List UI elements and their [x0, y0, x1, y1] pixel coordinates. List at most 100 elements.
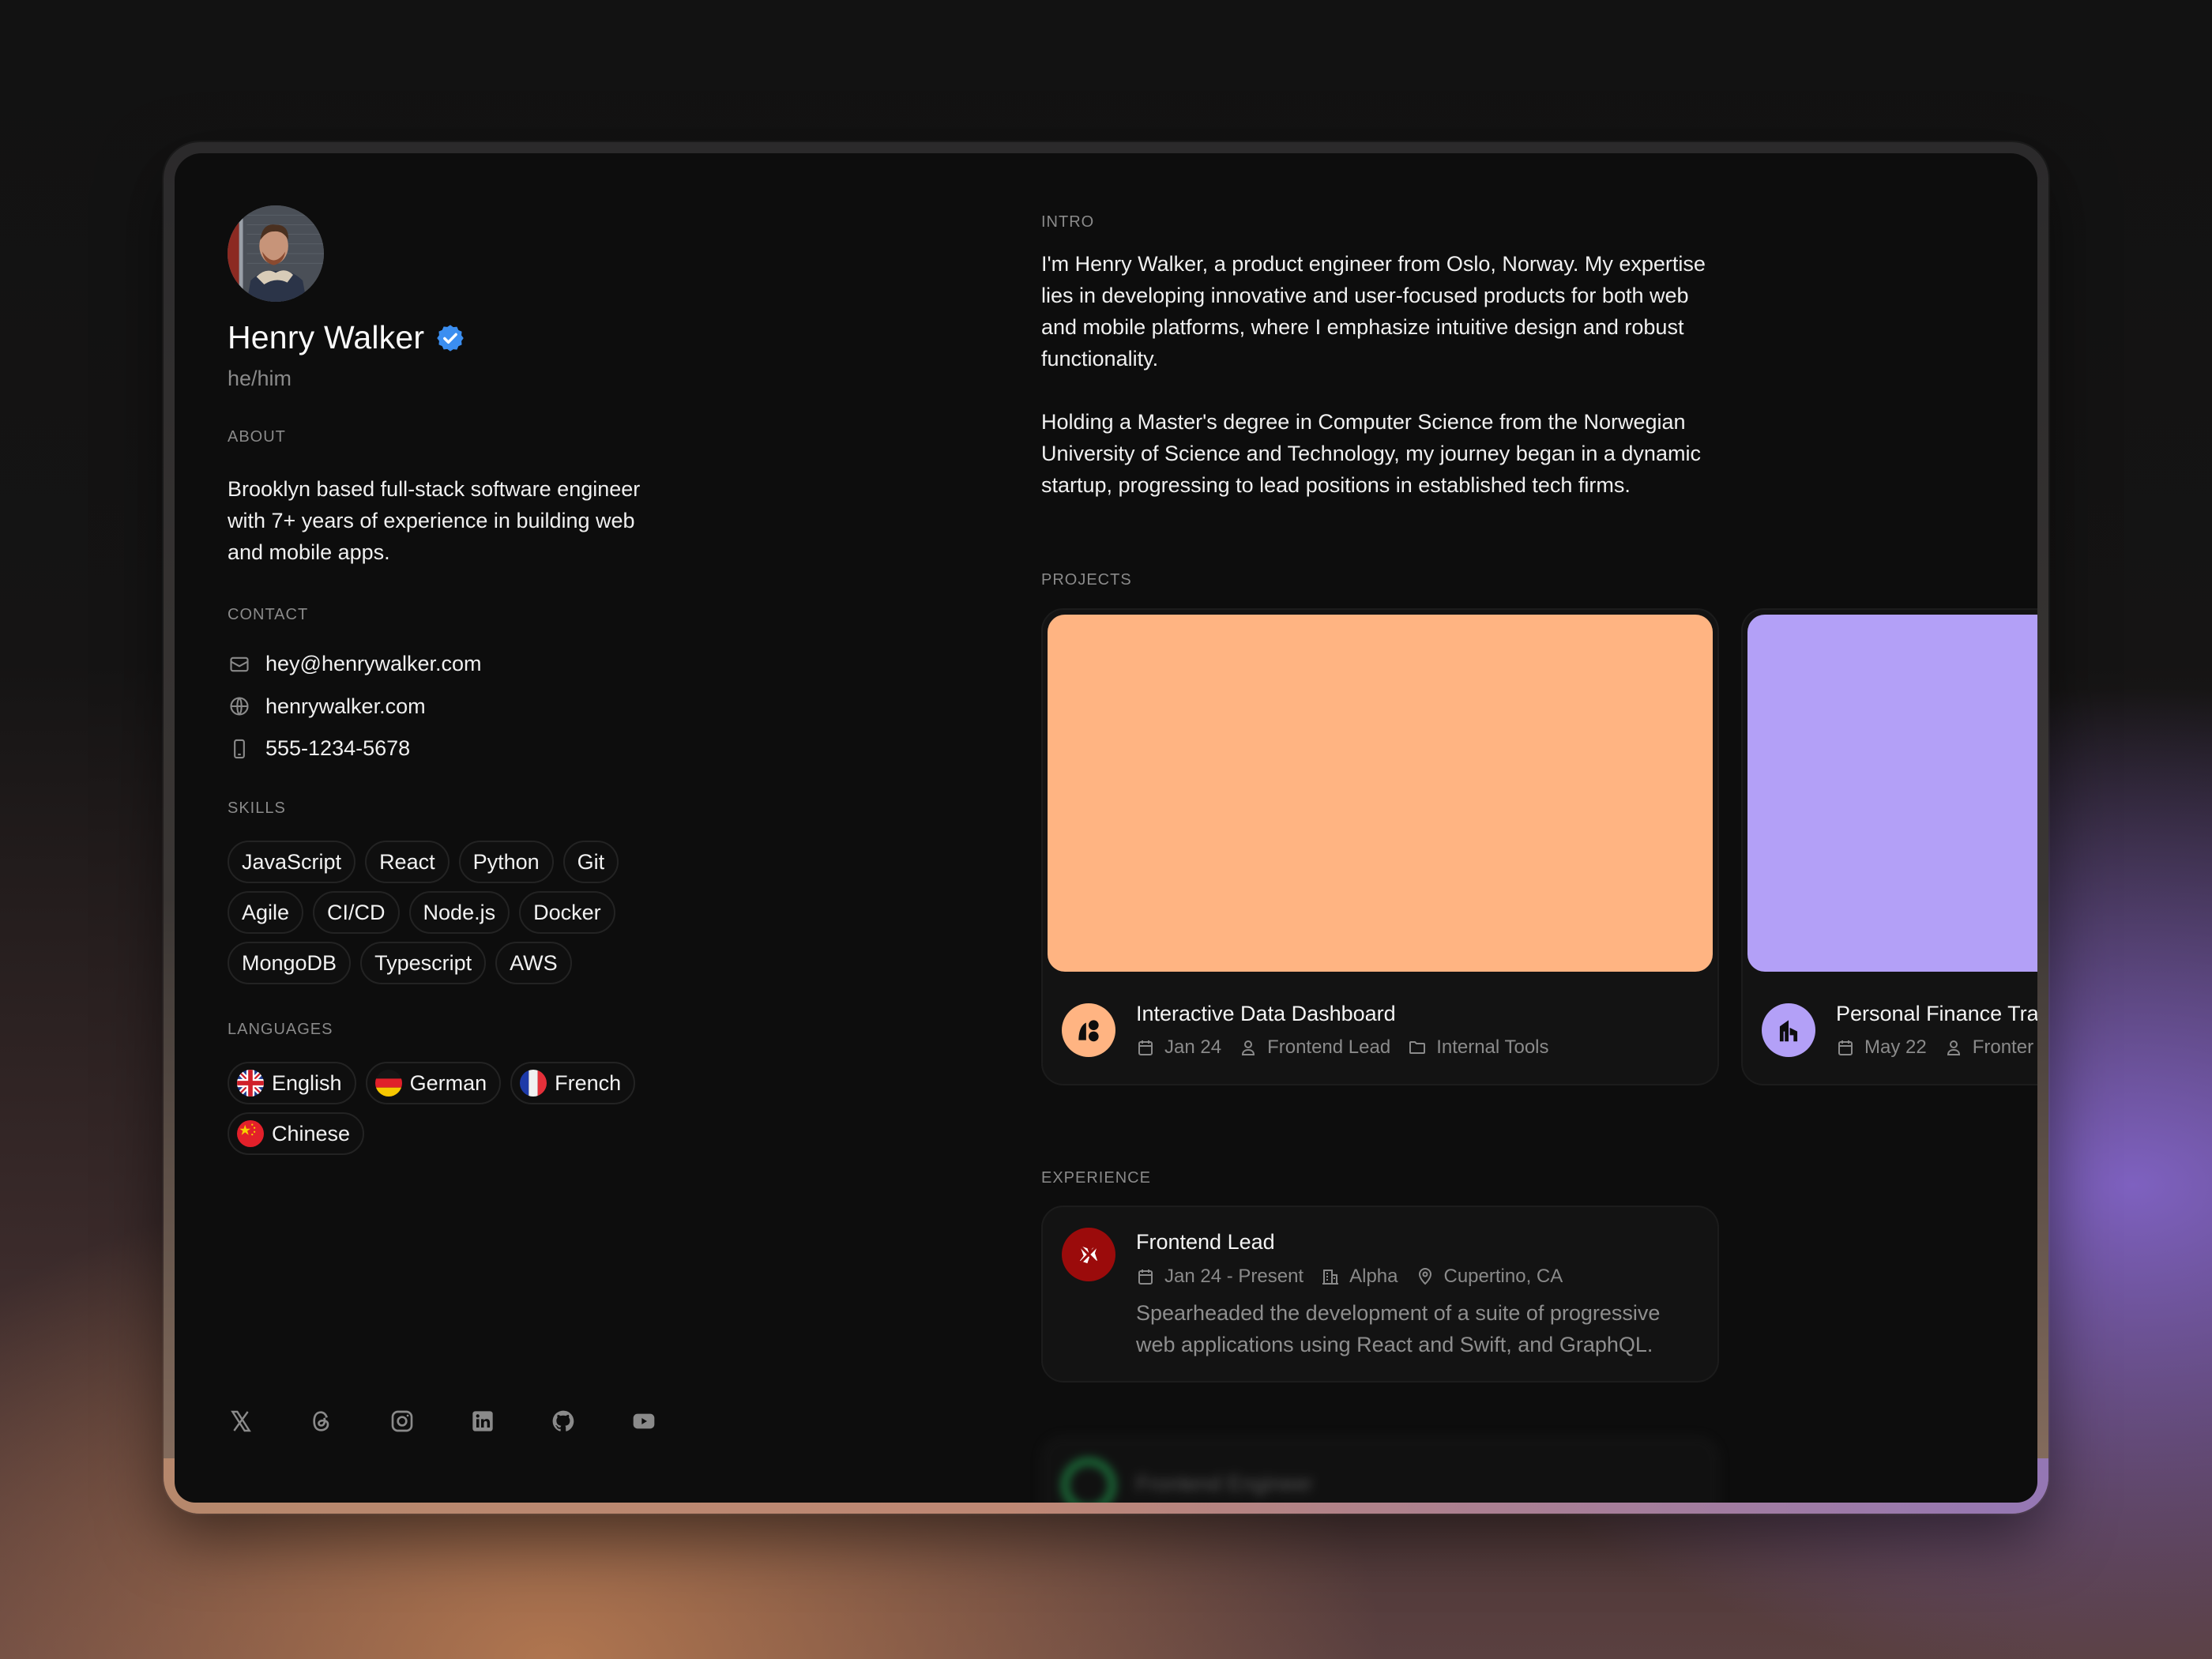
languages-label: LANGUAGES [228, 1021, 333, 1038]
mail-icon [228, 653, 251, 676]
linkedin-icon[interactable] [469, 1408, 496, 1435]
youtube-icon[interactable] [630, 1408, 657, 1435]
experience-title: Frontend Lead [1136, 1230, 1275, 1254]
building-icon [1322, 1270, 1339, 1285]
skill-chip: Git [562, 841, 619, 883]
skills-label: SKILLS [228, 799, 286, 817]
location-pin-icon [1418, 1268, 1431, 1285]
user-icon [1242, 1040, 1255, 1055]
projects-label: PROJECTS [1041, 571, 1132, 589]
project-info: Personal Finance Tra May 22 Fronter [1762, 1000, 2037, 1059]
avatar [228, 205, 324, 302]
skill-chip: Agile [228, 891, 304, 934]
instagram-icon[interactable] [389, 1408, 416, 1435]
project-title: Personal Finance Tra [1836, 1002, 2037, 1025]
language-chip: French [510, 1062, 636, 1104]
intro-paragraph: I'm Henry Walker, a product engineer fro… [1041, 252, 1706, 371]
name-row: Henry Walker [228, 319, 465, 356]
skill-chip: Docker [519, 891, 615, 934]
language-name: English [272, 1070, 342, 1095]
profile-sidebar: Henry Walker he/him ABOUT Brooklyn based… [228, 153, 670, 1503]
user-icon [1947, 1040, 1960, 1055]
project-role: Frontend Lead [1267, 1036, 1391, 1058]
project-date: Jan 24 [1164, 1036, 1222, 1058]
avatar-photo [228, 205, 324, 302]
language-chip: English [228, 1062, 356, 1104]
project-role: Fronter [1972, 1036, 2034, 1058]
experience-description: Spearheaded the development of a suite o… [1136, 1301, 1661, 1356]
france-flag-icon [520, 1070, 547, 1097]
skill-chip: React [365, 841, 450, 883]
project-info: Interactive Data Dashboard Jan 24 Fronte… [1062, 1000, 1567, 1059]
project-thumbnail [1747, 615, 2037, 972]
project-category: Internal Tools [1436, 1036, 1549, 1058]
profile-page: Henry Walker he/him ABOUT Brooklyn based… [175, 153, 2037, 1503]
language-chip: German [365, 1062, 502, 1104]
project-meta: Jan 24 Frontend Lead Internal Tools [1136, 1036, 1567, 1059]
language-name: German [409, 1070, 487, 1095]
project-card[interactable]: Personal Finance Tra May 22 Fronter [1741, 608, 2037, 1085]
pronouns: he/him [228, 367, 292, 390]
experience-card[interactable]: Frontend Engineer [1041, 1436, 1719, 1503]
social-links [228, 1408, 657, 1435]
experience-meta: Jan 24 - Present Alpha Cupertino, CA [1136, 1266, 1673, 1288]
skill-chip: Python [458, 841, 554, 883]
skill-chip: AWS [495, 942, 572, 984]
skill-chip: Typescript [360, 942, 487, 984]
email-value: hey@henrywalker.com [265, 652, 482, 676]
experience-location: Cupertino, CA [1443, 1266, 1563, 1287]
about-text: Brooklyn based full-stack software engin… [228, 477, 641, 564]
project-meta: May 22 Fronter [1836, 1036, 2037, 1059]
language-name: French [555, 1070, 622, 1095]
uk-flag-icon [237, 1070, 264, 1097]
skill-chip: JavaScript [228, 841, 356, 883]
skills-list: JavaScript React Python Git Agile CI/CD … [228, 841, 670, 984]
contact-email[interactable]: hey@henrywalker.com [228, 643, 482, 686]
profile-name: Henry Walker [228, 319, 425, 356]
verified-badge-icon [437, 324, 464, 352]
folder-icon [1409, 1041, 1426, 1054]
contact-website[interactable]: henrywalker.com [228, 686, 482, 728]
x-icon[interactable] [228, 1408, 254, 1435]
about-label: ABOUT [228, 428, 286, 446]
language-chip: Chinese [228, 1112, 365, 1155]
github-icon[interactable] [550, 1408, 577, 1435]
intro-paragraph: Holding a Master's degree in Computer Sc… [1041, 410, 1701, 497]
skill-chip: CI/CD [313, 891, 400, 934]
phone-icon [228, 737, 251, 761]
project-logo-icon [1762, 1003, 1815, 1057]
project-thumbnail [1048, 615, 1713, 972]
experience-period: Jan 24 - Present [1164, 1266, 1304, 1287]
contact-list: hey@henrywalker.com henrywalker.com 555-… [228, 643, 482, 770]
project-card[interactable]: Interactive Data Dashboard Jan 24 Fronte… [1041, 608, 1719, 1085]
website-value: henrywalker.com [265, 694, 426, 718]
project-title: Interactive Data Dashboard [1136, 1002, 1396, 1025]
project-date: May 22 [1864, 1036, 1927, 1058]
experience-label: EXPERIENCE [1041, 1169, 1151, 1187]
skill-chip: MongoDB [228, 942, 352, 984]
company-logo-icon [1062, 1228, 1115, 1281]
device-frame: Henry Walker he/him ABOUT Brooklyn based… [164, 142, 2048, 1514]
experience-company: Alpha [1349, 1266, 1398, 1287]
globe-icon [228, 694, 251, 718]
calendar-icon [1138, 1270, 1153, 1285]
company-logo-icon [1062, 1458, 1115, 1503]
threads-icon[interactable] [308, 1408, 335, 1435]
skill-chip: Node.js [408, 891, 510, 934]
main-content: INTRO I'm Henry Walker, a product engine… [1041, 153, 2037, 1503]
language-name: Chinese [272, 1121, 351, 1146]
intro-label: INTRO [1041, 213, 1095, 231]
projects-carousel: Interactive Data Dashboard Jan 24 Fronte… [1041, 608, 2037, 1085]
experience-card[interactable]: Frontend Lead Jan 24 - Present Alpha Cup… [1041, 1206, 1719, 1382]
phone-value: 555-1234-5678 [265, 736, 411, 761]
contact-label: CONTACT [228, 606, 309, 623]
project-logo-icon [1062, 1003, 1115, 1057]
china-flag-icon [237, 1120, 264, 1147]
calendar-icon [1838, 1040, 1853, 1055]
contact-phone[interactable]: 555-1234-5678 [228, 728, 482, 770]
intro-text: I'm Henry Walker, a product engineer fro… [1041, 248, 1721, 501]
languages-list: English German French Chinese [228, 1062, 670, 1155]
experience-title: Frontend Engineer [1136, 1472, 1313, 1495]
germany-flag-icon [374, 1070, 402, 1097]
calendar-icon [1138, 1040, 1153, 1055]
